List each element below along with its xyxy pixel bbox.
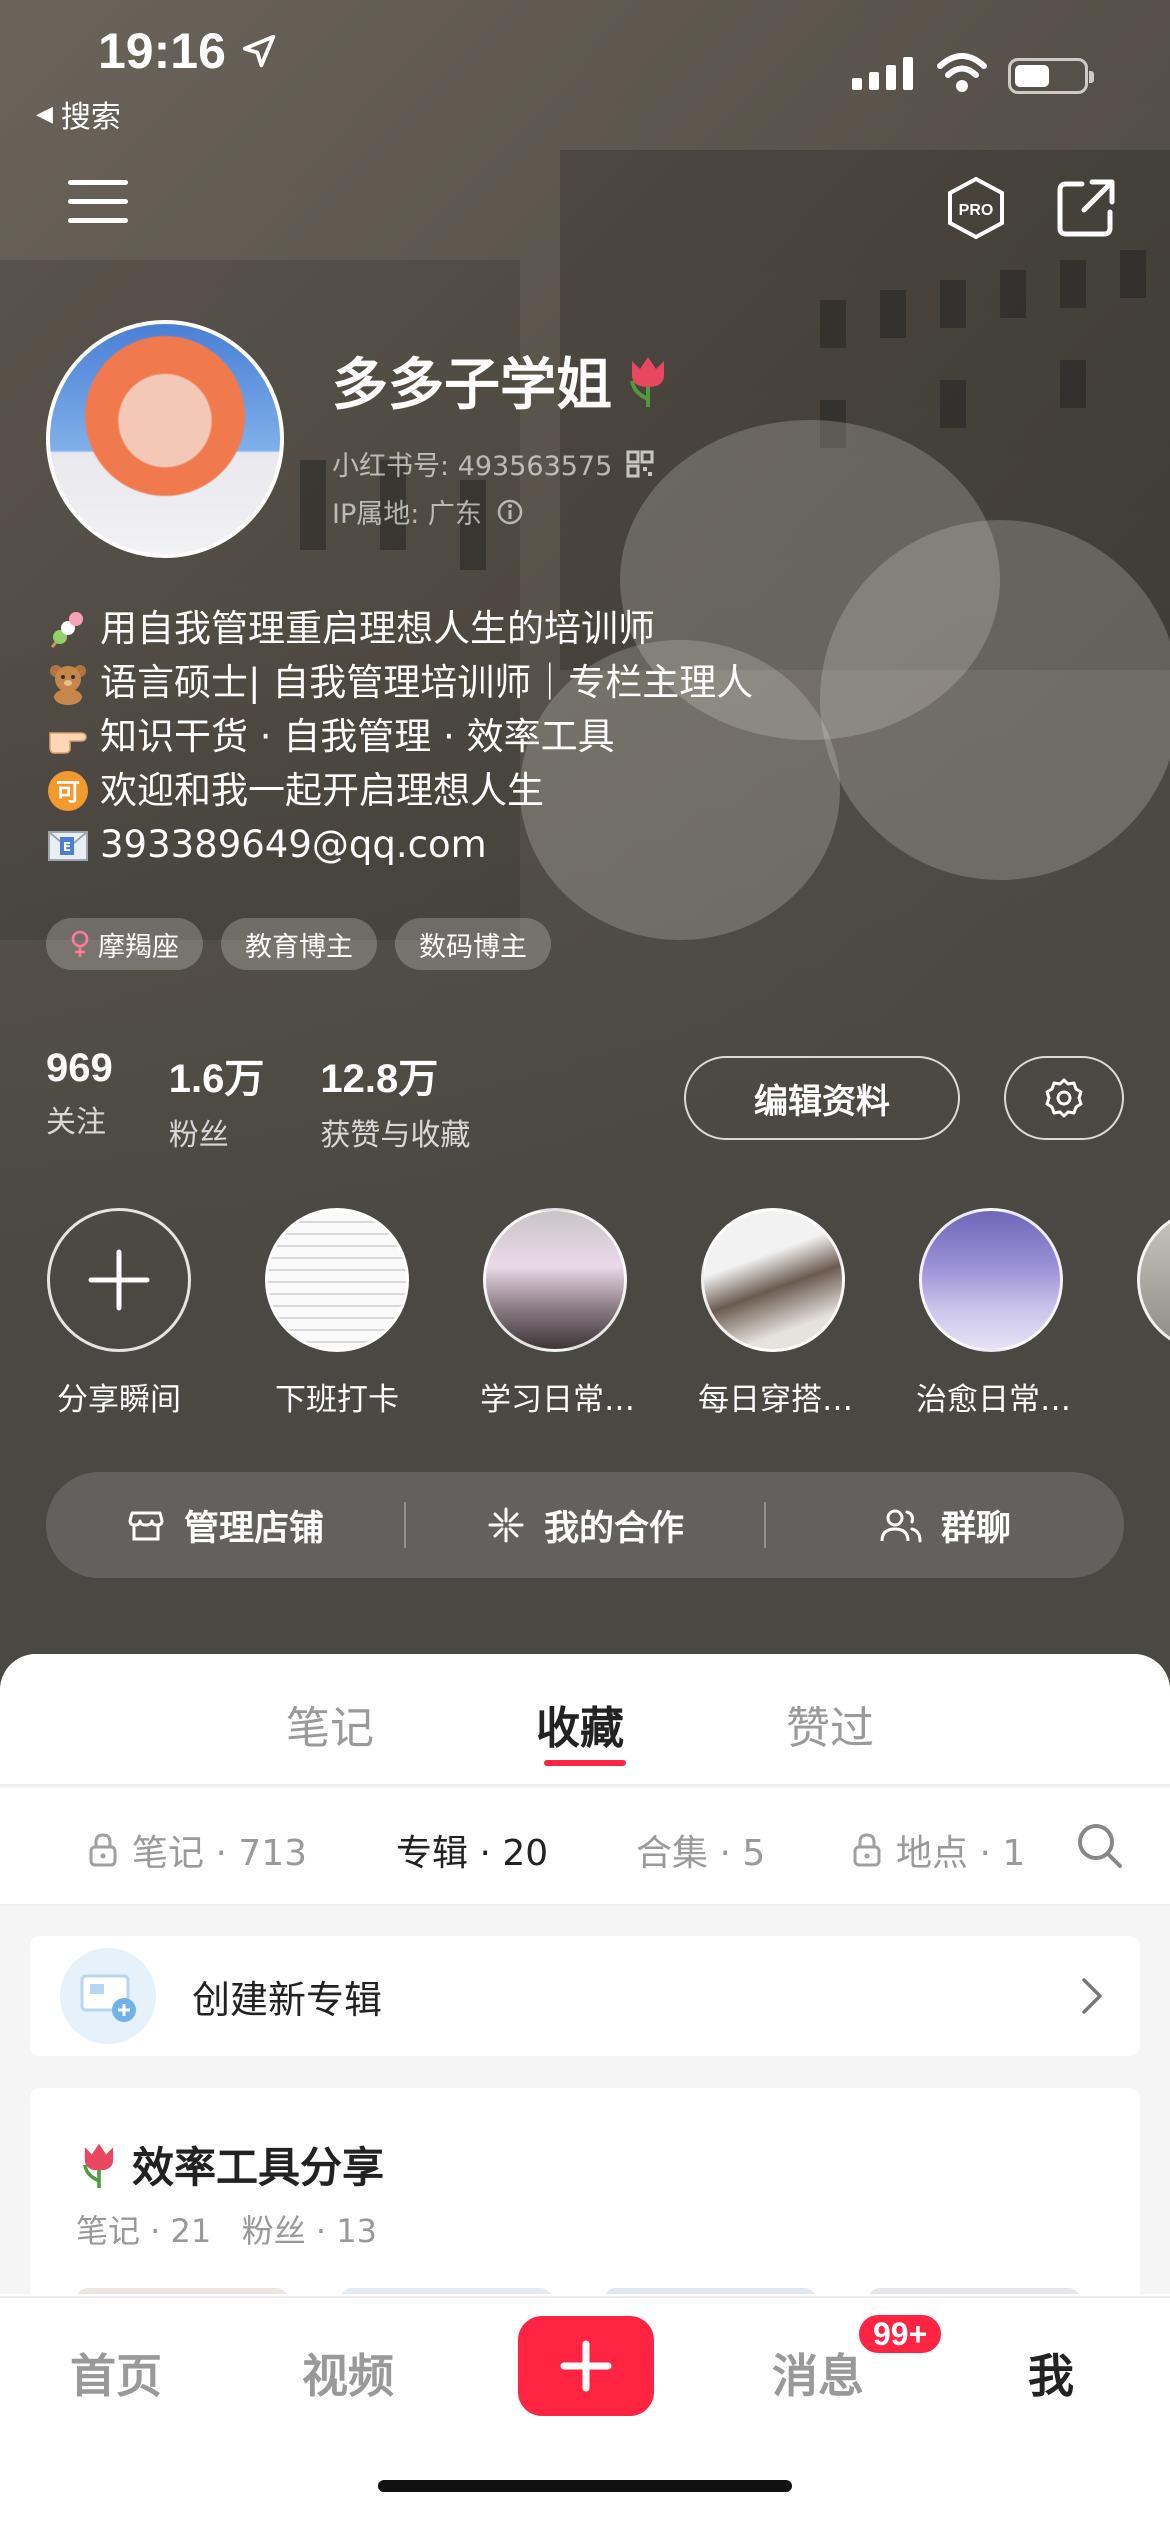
profile-name-text: 多多子学姐 <box>332 353 612 418</box>
highlight-item[interactable]: 治愈日常… <box>916 1208 1071 1419</box>
album-title: 效率工具分享 <box>76 2134 384 2195</box>
tag-education[interactable]: 教育博主 <box>221 918 377 970</box>
store-icon <box>128 1511 164 1541</box>
info-icon[interactable] <box>496 498 524 526</box>
chevron-right-icon <box>1082 1978 1102 2014</box>
lock-icon <box>853 1833 881 1867</box>
dango-icon <box>50 612 83 648</box>
profile-tags: 摩羯座 教育博主 数码博主 <box>46 918 551 970</box>
tag-zodiac[interactable]: 摩羯座 <box>46 918 203 970</box>
collection-subtabs: 笔记 · 713 专辑 · 20 合集 · 5 地点 · 1 <box>0 1788 1170 1906</box>
email-icon: E <box>48 831 88 861</box>
sparkle-icon <box>488 1507 524 1543</box>
nav-video[interactable]: 视频 <box>302 2340 394 2406</box>
group-icon <box>880 1509 922 1543</box>
album-thumbnail <box>340 2288 552 2294</box>
album-card[interactable]: 效率工具分享 笔记 · 21 粉丝 · 13 <box>30 2088 1140 2294</box>
stat-likes[interactable]: 12.8万 获赞与收藏 <box>320 1046 470 1154</box>
location-arrow-icon <box>242 34 276 68</box>
bio-line: 知识干货 · 自我管理 · 效率工具 <box>46 710 753 764</box>
bio-line: 可 欢迎和我一起开启理想人生 <box>46 764 753 818</box>
battery-icon <box>1008 58 1094 94</box>
manage-store-button[interactable]: 管理店铺 <box>46 1500 404 1551</box>
stat-followers[interactable]: 1.6万 粉丝 <box>169 1046 265 1154</box>
subtab-notes[interactable]: 笔记 · 713 <box>88 1824 307 1876</box>
highlight-item[interactable]: 下班打卡 <box>262 1208 412 1419</box>
gear-icon <box>1045 1078 1083 1118</box>
status-time: 19:16 <box>98 23 226 79</box>
tag-digital[interactable]: 数码博主 <box>395 918 551 970</box>
active-tab-indicator <box>544 1760 626 1766</box>
nav-messages[interactable]: 消息 <box>772 2340 864 2406</box>
nav-home[interactable]: 首页 <box>70 2340 162 2406</box>
plus-icon <box>560 2340 612 2392</box>
wifi-icon <box>937 53 987 92</box>
album-thumbnails <box>76 2288 1080 2294</box>
create-album-label: 创建新专辑 <box>192 1977 383 2022</box>
profile-id-text: 小红书号: 493563575 <box>332 451 613 482</box>
profile-stats: 969 关注 1.6万 粉丝 12.8万 获赞与收藏 <box>46 1046 470 1154</box>
subtab-compilations[interactable]: 合集 · 5 <box>636 1824 765 1876</box>
back-to-search-link[interactable]: ◀ 搜索 <box>36 92 121 136</box>
settings-button[interactable] <box>1004 1056 1124 1140</box>
content-tabs: 笔记 收藏 赞过 <box>0 1654 1170 1786</box>
menu-icon[interactable] <box>68 180 128 230</box>
svg-text:PRO: PRO <box>959 202 994 219</box>
album-thumbnail <box>868 2288 1080 2294</box>
pro-icon[interactable]: PRO <box>944 176 1008 240</box>
highlight-item[interactable]: 每日穿搭… <box>698 1208 853 1419</box>
profile-bio: 用自我管理重启理想人生的培训师 语言硕士| 自我管理培训师｜专栏主理人 知识干货… <box>46 602 753 872</box>
avatar[interactable] <box>46 320 284 558</box>
bottom-navigation: 首页 视频 消息 99+ 我 <box>0 2296 1170 2532</box>
pointing-hand-icon <box>49 732 87 754</box>
album-add-icon <box>60 1948 156 2044</box>
content-panel: 笔记 收藏 赞过 笔记 · 713 专辑 · 20 合集 · 5 地点 · 1 <box>0 1654 1170 2294</box>
group-chat-button[interactable]: 群聊 <box>766 1500 1124 1551</box>
highlights-row: 分享瞬间 下班打卡 学习日常… 每日穿搭… 治愈日常… 答 <box>44 1208 1170 1428</box>
highlight-item[interactable]: 学习日常… <box>480 1208 635 1419</box>
messages-badge: 99+ <box>856 2312 945 2356</box>
edit-profile-button[interactable]: 编辑资料 <box>684 1056 960 1140</box>
bio-line: 用自我管理重启理想人生的培训师 <box>46 602 753 656</box>
creator-action-bar: 管理店铺 我的合作 群聊 <box>46 1472 1124 1578</box>
cellular-signal-icon <box>852 56 913 90</box>
qr-code-icon[interactable] <box>626 450 654 478</box>
status-bar: 19:16 ◀ 搜索 <box>0 0 1170 140</box>
back-search-label: 搜索 <box>60 100 121 135</box>
bio-line: 语言硕士| 自我管理培训师｜专栏主理人 <box>46 656 753 710</box>
album-thumbnail <box>76 2288 288 2294</box>
highlight-add[interactable]: 分享瞬间 <box>44 1208 194 1419</box>
subtab-albums[interactable]: 专辑 · 20 <box>396 1824 548 1876</box>
highlight-item[interactable]: 答 <box>1134 1208 1170 1419</box>
female-icon <box>71 930 89 957</box>
tab-liked[interactable]: 赞过 <box>786 1692 874 1756</box>
subtab-places[interactable]: 地点 · 1 <box>852 1824 1022 1876</box>
tulip-icon <box>630 356 664 407</box>
create-album-row[interactable]: 创建新专辑 <box>30 1936 1140 2056</box>
profile-ip-row: IP属地: 广东 <box>332 492 524 531</box>
profile-id-row: 小红书号: 493563575 <box>332 444 654 483</box>
share-icon[interactable] <box>1054 176 1118 240</box>
ke-badge-icon: 可 <box>48 771 88 811</box>
svg-text:E: E <box>63 840 71 854</box>
my-collaborations-button[interactable]: 我的合作 <box>406 1500 764 1551</box>
svg-text:可: 可 <box>56 778 80 806</box>
post-button[interactable] <box>518 2316 654 2416</box>
nav-me[interactable]: 我 <box>1028 2340 1074 2406</box>
back-triangle-icon: ◀ <box>36 101 53 127</box>
album-meta: 笔记 · 21 粉丝 · 13 <box>76 2212 377 2250</box>
bio-line: E 393389649@qq.com <box>46 818 753 872</box>
profile-ip-text: IP属地: 广东 <box>332 499 482 530</box>
profile-name: 多多子学姐 <box>332 340 674 421</box>
teddy-bear-icon <box>50 665 86 705</box>
home-indicator <box>378 2480 792 2492</box>
tab-notes[interactable]: 笔记 <box>286 1692 374 1756</box>
search-icon[interactable] <box>1074 1820 1126 1872</box>
album-thumbnail <box>604 2288 816 2294</box>
stat-following[interactable]: 969 关注 <box>46 1046 113 1154</box>
tab-collections[interactable]: 收藏 <box>536 1692 624 1756</box>
lock-icon <box>89 1833 117 1867</box>
plus-icon <box>88 1249 150 1311</box>
tulip-icon <box>83 2143 114 2188</box>
